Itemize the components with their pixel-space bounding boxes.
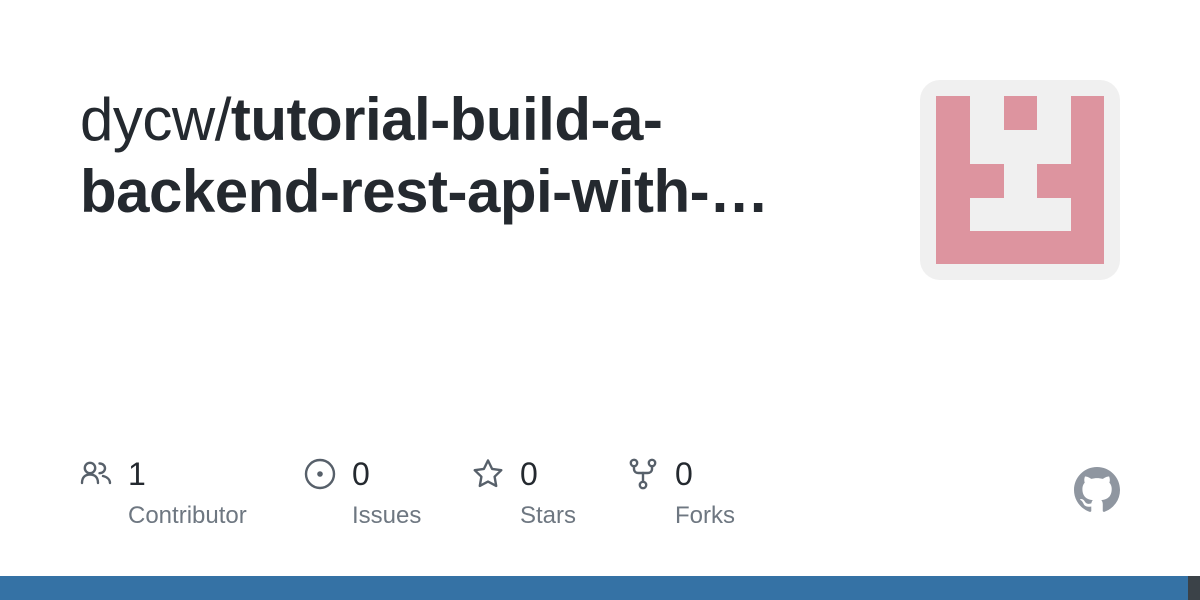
forks-count: 0 <box>675 456 693 492</box>
issue-opened-icon <box>304 458 336 490</box>
owner-avatar <box>920 80 1120 280</box>
stars-count: 0 <box>520 456 538 492</box>
stars-label: Stars <box>520 502 577 529</box>
star-icon <box>473 459 503 488</box>
language-bar-secondary-segment <box>1188 576 1200 600</box>
github-logo-icon <box>1074 467 1120 512</box>
forks-label: Forks <box>675 502 735 529</box>
contributors-label: Contributor <box>128 502 247 529</box>
issues-count: 0 <box>352 456 370 492</box>
repo-title: dycw/tutorial-build-a-backend-rest-api-w… <box>80 84 880 228</box>
repo-owner: dycw/ <box>80 86 231 153</box>
repo-forked-icon <box>629 458 657 490</box>
identicon-image <box>936 96 1104 264</box>
repo-name-line1: tutorial-build-a- <box>230 86 663 153</box>
language-bar <box>0 576 1200 600</box>
issues-label: Issues <box>352 502 422 529</box>
people-icon <box>80 461 112 485</box>
repo-name-line2: backend-rest-api-with-… <box>80 158 769 225</box>
contributors-count: 1 <box>128 456 146 492</box>
